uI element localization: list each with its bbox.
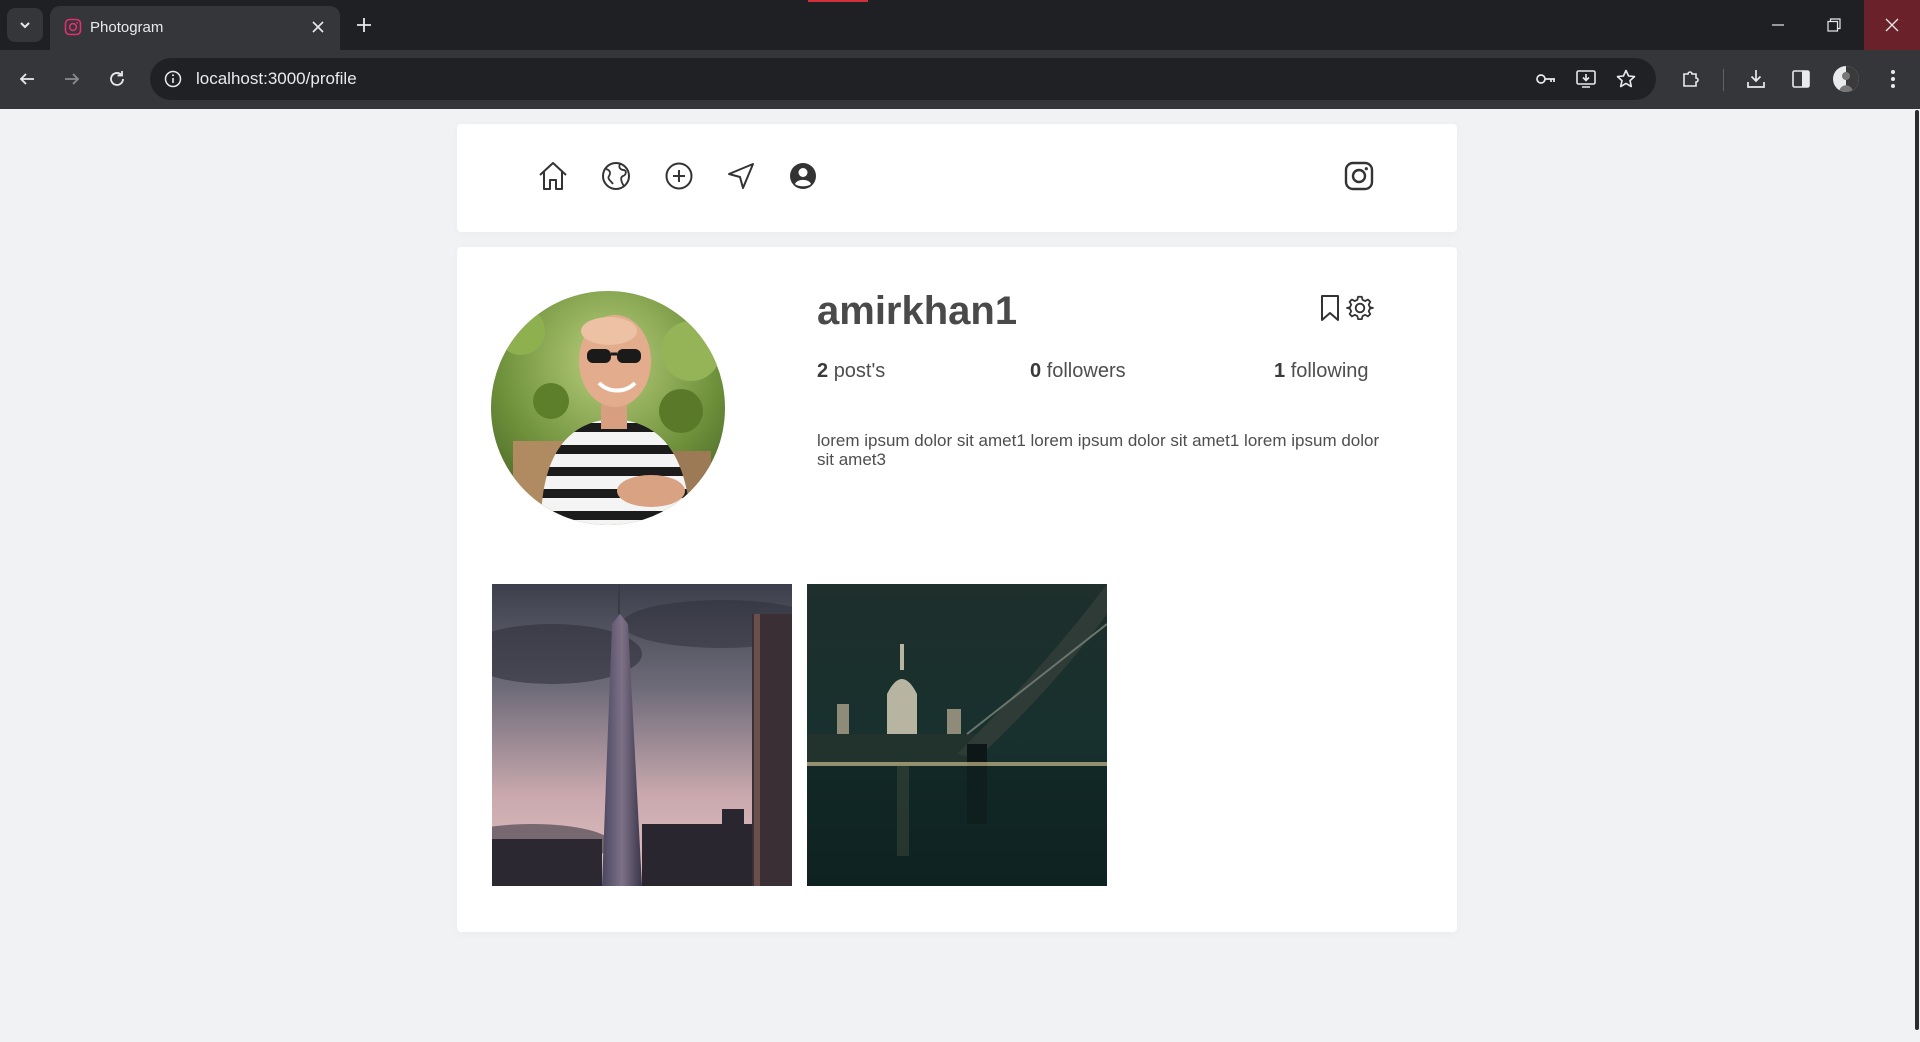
browser-menu-button[interactable]: [1877, 63, 1909, 95]
nav-messages-button[interactable]: [723, 158, 759, 194]
nav-explore-button[interactable]: [598, 158, 634, 194]
followers-count: 0: [1030, 360, 1042, 382]
minimize-icon: [1772, 24, 1784, 26]
browser-tab[interactable]: Photogram: [50, 6, 340, 50]
home-icon: [539, 162, 567, 190]
reload-button[interactable]: [101, 63, 133, 95]
nav-profile-button[interactable]: [785, 158, 821, 194]
site-info-button[interactable]: [162, 68, 184, 90]
tab-strip-indicator: [808, 0, 868, 2]
instagram-icon: [1344, 161, 1374, 191]
info-icon: [164, 70, 182, 88]
instagram-favicon-icon: [64, 18, 82, 36]
close-icon: [312, 21, 324, 33]
profile-card: amirkhan1 2 post's 0 followers 1 followi…: [457, 247, 1457, 932]
toolbar-divider: [1723, 69, 1724, 91]
nav-home-button[interactable]: [535, 158, 571, 194]
minimize-button[interactable]: [1750, 0, 1806, 50]
browser-toolbar: localhost:3000/profile: [0, 50, 1920, 109]
url-text: localhost:3000/profile: [196, 69, 357, 88]
profile-avatar[interactable]: [491, 291, 725, 525]
following-stat[interactable]: 1 following: [1274, 360, 1369, 383]
forward-button[interactable]: [56, 63, 88, 95]
followers-label: followers: [1046, 360, 1126, 382]
profile-bio: lorem ipsum dolor sit amet1 lorem ipsum …: [817, 431, 1380, 469]
close-window-button[interactable]: [1864, 0, 1920, 50]
install-icon: [1576, 70, 1596, 88]
scrollbar-thumb[interactable]: [1915, 110, 1919, 1030]
side-panel-icon: [1792, 70, 1810, 88]
arrow-left-icon: [19, 73, 34, 85]
followers-stat[interactable]: 0 followers: [1030, 360, 1126, 383]
top-navigation: [457, 124, 1457, 232]
profile-avatar-icon: [1833, 66, 1859, 92]
tab-title: Photogram: [90, 19, 164, 36]
downloads-button[interactable]: [1740, 63, 1772, 95]
star-icon: [1616, 69, 1636, 88]
bookmark-star-button[interactable]: [1614, 67, 1638, 91]
settings-button[interactable]: [1345, 293, 1375, 323]
chevron-down-icon: [20, 22, 30, 29]
restore-icon: [1827, 18, 1841, 32]
password-key-button[interactable]: [1534, 67, 1558, 91]
nav-upload-button[interactable]: [661, 158, 697, 194]
puzzle-icon: [1683, 71, 1699, 87]
close-icon: [1885, 18, 1899, 32]
saved-posts-button[interactable]: [1315, 293, 1345, 323]
plus-icon: [357, 18, 371, 32]
posts-label: post's: [833, 360, 886, 382]
gear-icon: [1346, 295, 1374, 320]
arrow-right-icon: [65, 73, 80, 85]
browser-tab-bar: Photogram: [0, 0, 1920, 50]
tab-close-button[interactable]: [306, 15, 330, 39]
posts-stat[interactable]: 2 post's: [817, 360, 885, 383]
profile-username: amirkhan1: [817, 289, 1018, 333]
post-thumbnail[interactable]: [807, 584, 1107, 886]
more-vertical-icon: [1891, 70, 1895, 88]
following-count: 1: [1274, 360, 1286, 382]
reload-icon: [110, 71, 124, 86]
brand-logo[interactable]: [1341, 158, 1377, 194]
posts-count: 2: [817, 360, 829, 382]
post-thumbnail[interactable]: [492, 584, 792, 886]
new-tab-button[interactable]: [350, 11, 378, 39]
add-circle-icon: [665, 162, 693, 190]
restore-button[interactable]: [1806, 0, 1862, 50]
globe-icon: [602, 162, 630, 190]
user-circle-icon: [790, 163, 816, 189]
key-icon: [1536, 74, 1555, 84]
extensions-button[interactable]: [1675, 63, 1707, 95]
side-panel-button[interactable]: [1785, 63, 1817, 95]
send-icon: [728, 163, 754, 189]
install-app-button[interactable]: [1574, 67, 1598, 91]
following-label: following: [1290, 360, 1369, 382]
back-button[interactable]: [11, 63, 43, 95]
tab-search-button[interactable]: [7, 8, 43, 42]
download-icon: [1747, 70, 1765, 88]
profile-button[interactable]: [1830, 63, 1862, 95]
address-bar[interactable]: localhost:3000/profile: [150, 58, 1656, 100]
bookmark-icon: [1321, 295, 1339, 321]
